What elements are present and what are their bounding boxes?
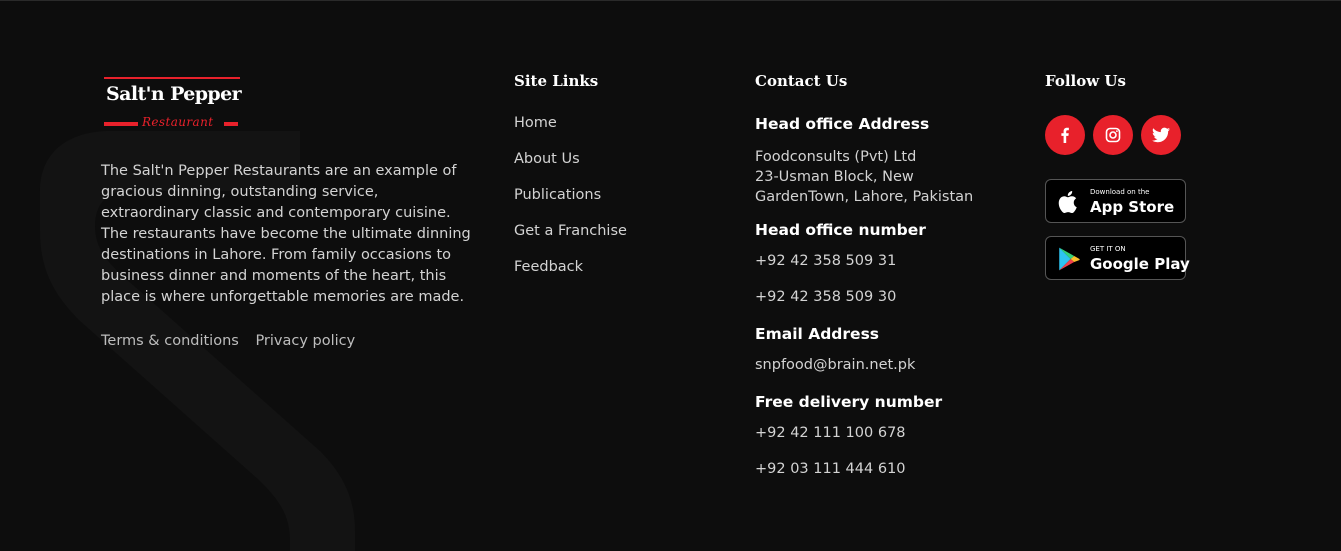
google-play-icon xyxy=(1059,247,1080,271)
email-link[interactable]: snpfood@brain.net.pk xyxy=(755,357,1015,393)
logo-name: Salt'n Pepper xyxy=(106,83,242,105)
address-line: GardenTown, Lahore, Pakistan xyxy=(755,189,974,205)
nav-link-franchise[interactable]: Get a Franchise xyxy=(514,223,627,259)
app-store-big-text: App Store xyxy=(1090,198,1175,216)
address-line: Foodconsults (Pvt) Ltd xyxy=(755,149,917,165)
site-links-nav: Home About Us Publications Get a Franchi… xyxy=(514,115,627,295)
google-play-big-text: Google Play xyxy=(1090,255,1190,273)
twitter-button[interactable] xyxy=(1141,115,1181,155)
phone-heading: Head office number xyxy=(755,221,926,239)
logo-underline-left xyxy=(104,122,138,126)
instagram-icon xyxy=(1105,127,1121,143)
privacy-link[interactable]: Privacy policy xyxy=(255,333,355,349)
google-play-badge[interactable]: GET IT ON Google Play xyxy=(1045,236,1190,280)
contact-title: Contact Us xyxy=(755,72,848,90)
contact-info: Head office Address Foodconsults (Pvt) L… xyxy=(755,115,1015,497)
app-store-badge[interactable]: Download on the App Store xyxy=(1045,179,1186,223)
site-links-title: Site Links xyxy=(514,72,599,90)
address-text: Foodconsults (Pvt) Ltd 23-Usman Block, N… xyxy=(755,147,1015,207)
delivery-number[interactable]: +92 42 111 100 678 xyxy=(755,425,1015,461)
apple-icon xyxy=(1058,190,1077,214)
address-heading: Head office Address xyxy=(755,115,930,133)
logo-subtitle: Restaurant xyxy=(142,115,214,129)
social-links xyxy=(1045,115,1181,155)
terms-link[interactable]: Terms & conditions xyxy=(101,333,239,349)
delivery-number[interactable]: +92 03 111 444 610 xyxy=(755,461,1015,497)
site-footer: Salt'n Pepper Restaurant The Salt'n Pepp… xyxy=(0,0,1341,551)
legal-links: Terms & conditions Privacy policy xyxy=(101,333,367,349)
twitter-icon xyxy=(1152,127,1170,143)
phone-number[interactable]: +92 42 358 509 30 xyxy=(755,289,1015,325)
google-play-small-text: GET IT ON xyxy=(1090,245,1126,253)
brand-logo[interactable]: Salt'n Pepper Restaurant xyxy=(104,77,242,131)
logo-top-bar xyxy=(104,77,240,79)
facebook-button[interactable] xyxy=(1045,115,1085,155)
delivery-heading: Free delivery number xyxy=(755,393,943,411)
phone-number[interactable]: +92 42 358 509 31 xyxy=(755,253,1015,289)
email-heading: Email Address xyxy=(755,325,880,343)
app-store-small-text: Download on the xyxy=(1090,188,1150,196)
facebook-icon xyxy=(1061,127,1069,143)
nav-link-home[interactable]: Home xyxy=(514,115,627,151)
logo-underline-right xyxy=(224,122,238,126)
instagram-button[interactable] xyxy=(1093,115,1133,155)
nav-link-publications[interactable]: Publications xyxy=(514,187,627,223)
follow-title: Follow Us xyxy=(1045,72,1126,90)
nav-link-feedback[interactable]: Feedback xyxy=(514,259,627,295)
about-text: The Salt'n Pepper Restaurants are an exa… xyxy=(101,163,471,305)
nav-link-about-us[interactable]: About Us xyxy=(514,151,627,187)
address-line: 23-Usman Block, New xyxy=(755,169,914,185)
